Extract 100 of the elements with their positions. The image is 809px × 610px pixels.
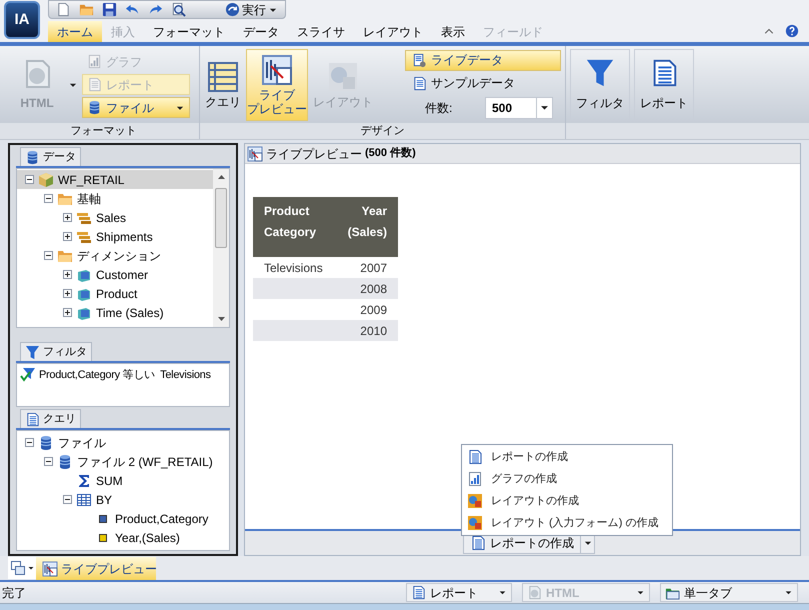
tree-item[interactable]: Customer (17, 265, 213, 284)
tree-item[interactable]: Shipments (17, 227, 213, 246)
bar-chart-icon (87, 54, 102, 69)
grid-icon (76, 492, 92, 508)
status-text: 完了 (1, 584, 27, 602)
expand-toggle[interactable] (63, 270, 72, 279)
save-icon (102, 2, 116, 17)
menu-tab[interactable]: ホーム (48, 21, 102, 42)
scroll-thumb[interactable] (215, 188, 227, 248)
expand-toggle[interactable] (63, 308, 72, 317)
menu-item[interactable]: レイアウト (入力フォーム) の作成 (462, 512, 672, 534)
data-source-option[interactable]: ライブデータ (405, 50, 561, 70)
collapse-toggle[interactable] (44, 194, 53, 203)
tree-item[interactable]: Sales (17, 208, 213, 227)
panel-title: データ (20, 147, 81, 166)
collapse-toggle[interactable] (44, 251, 53, 260)
tree-item[interactable]: Product (17, 284, 213, 303)
tree-item[interactable]: Time (Sales) (17, 303, 213, 322)
layout-icon (467, 493, 483, 509)
database-icon (87, 100, 102, 115)
document-icon (412, 76, 427, 90)
folder-icon (78, 2, 94, 17)
magnifier-icon (170, 2, 186, 17)
collapse-toggle[interactable] (44, 457, 53, 466)
panel-title: クエリ (20, 409, 81, 428)
funnel-check-icon (20, 367, 36, 384)
expand-toggle[interactable] (63, 213, 72, 222)
status-dropdown[interactable]: 単一タブ (660, 583, 798, 602)
expand-toggle[interactable] (63, 289, 72, 298)
tree-item[interactable]: Year,(Sales) (17, 528, 229, 547)
table-cell: Televisions (253, 257, 336, 278)
menu-tab[interactable]: スライサ (288, 21, 354, 42)
menu-item[interactable]: グラフの作成 (462, 468, 672, 490)
document-icon (25, 412, 40, 426)
format-option[interactable]: ファイル (82, 97, 190, 118)
collapse-toggle[interactable] (25, 438, 34, 447)
database-icon (57, 454, 73, 470)
document-icon (411, 585, 426, 600)
tree-item[interactable]: WF_RETAIL (17, 170, 213, 189)
table-cell: 2010 (335, 320, 398, 341)
menu-item[interactable]: レポートの作成 (462, 446, 672, 468)
menu-tab[interactable]: データ (234, 21, 288, 42)
panel-title: フィルタ (20, 342, 92, 361)
document-icon (87, 77, 102, 92)
table-icon (207, 60, 239, 92)
run-icon (225, 2, 240, 17)
database-icon (25, 150, 40, 164)
window-list-button[interactable] (8, 557, 36, 579)
filter-condition: Product,Category 等しい Televisions (39, 368, 211, 383)
tree-item[interactable]: ファイル (17, 433, 229, 452)
scroll-up-icon[interactable] (216, 173, 226, 182)
funnel-icon (25, 344, 40, 360)
record-count: (500 件数) (365, 146, 416, 162)
menu-tab[interactable]: レイアウト (354, 21, 432, 42)
tree-item[interactable]: SUM (17, 471, 229, 490)
live-preview-icon (42, 560, 58, 576)
tree-item[interactable]: ディメンション (17, 246, 213, 265)
group-label: デザイン (200, 123, 566, 139)
scroll-down-icon[interactable] (216, 314, 226, 323)
bar-chart-icon (467, 471, 483, 487)
caret-icon (27, 564, 35, 572)
windows-icon (10, 560, 26, 576)
database-icon (38, 434, 54, 450)
new-document-icon (56, 2, 70, 17)
document-icon (412, 52, 427, 68)
tree-item[interactable]: 基軸 (17, 189, 213, 208)
table-cell: 2008 (335, 278, 398, 299)
menu-tab[interactable]: 表示 (432, 21, 474, 42)
menu-item[interactable]: レイアウトの作成 (462, 490, 672, 512)
column-header: Year (Sales) (335, 197, 398, 257)
help-icon[interactable] (785, 24, 799, 38)
table-cell: 2007 (335, 257, 398, 278)
tree-item[interactable]: Product,Category (17, 509, 229, 528)
collapse-toggle[interactable] (25, 175, 34, 184)
panel-title: ライブプレビュー (266, 146, 362, 162)
table-cell: 2009 (335, 299, 398, 320)
design-button[interactable]: クエリ (204, 48, 242, 120)
funnel-icon (585, 58, 615, 88)
collapse-toggle[interactable] (63, 495, 72, 504)
menu-tab[interactable]: フォーマット (144, 21, 234, 42)
group-label: フォーマット (8, 123, 200, 139)
tree-item[interactable]: ファイル 2 (WF_RETAIL) (17, 452, 229, 471)
status-dropdown[interactable]: レポート (406, 583, 512, 602)
run-button[interactable]: 実行 (222, 1, 281, 18)
expand-toggle[interactable] (63, 232, 72, 241)
cube-icon (38, 172, 54, 188)
design-button[interactable]: ライブ プレビュー (246, 48, 308, 120)
count-dropdown[interactable]: 500 (485, 96, 553, 118)
live-preview-icon (261, 54, 293, 86)
sigma-icon (76, 472, 92, 488)
bottom-tab[interactable]: ライブプレビュー (36, 557, 156, 580)
layout-icon (467, 515, 483, 531)
globe-document-icon (527, 585, 542, 600)
live-preview-icon (247, 146, 263, 162)
document-icon (467, 449, 483, 465)
tree-item[interactable]: BY (17, 490, 229, 509)
data-source-option[interactable]: サンプルデータ (405, 72, 561, 94)
scrollbar[interactable] (213, 169, 229, 327)
column-header: Product Category (253, 197, 336, 257)
app-logo: IA (4, 1, 40, 39)
